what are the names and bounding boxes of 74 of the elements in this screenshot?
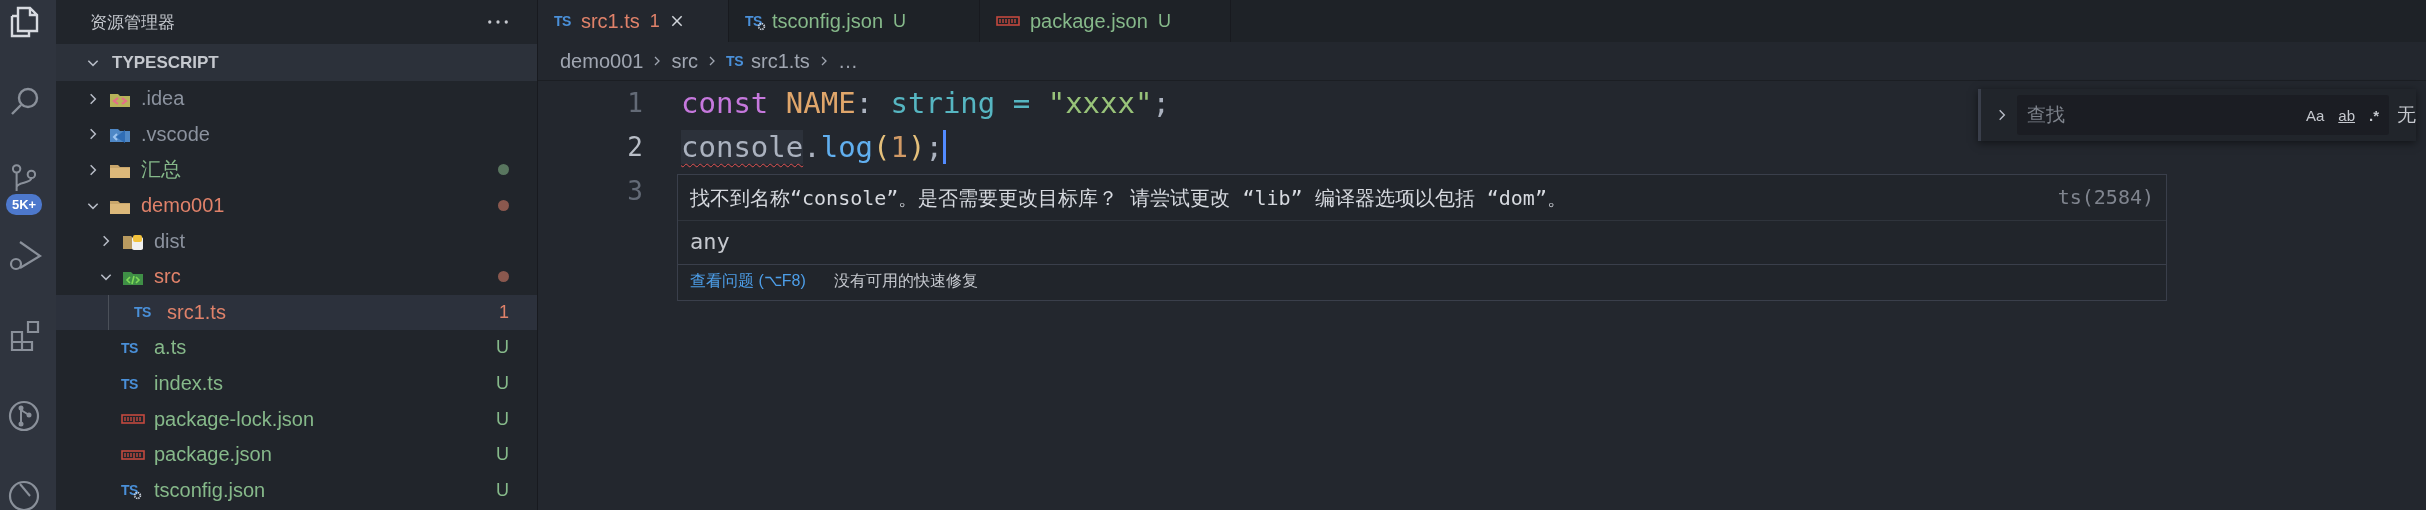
code-token: const xyxy=(681,86,770,120)
error-message: 找不到名称“console”。是否需要更改目标库？ 请尝试更改 “lib” 编译器选项以包括 “dom”。 xyxy=(690,185,1567,212)
file-name: src1.ts xyxy=(167,300,226,324)
code-token: 1 xyxy=(890,130,908,164)
section-header[interactable]: TYPESCRIPT xyxy=(56,44,537,81)
source-control-icon[interactable] xyxy=(12,164,36,194)
typescript-file-icon: TS xyxy=(121,339,138,356)
git-status: 1 xyxy=(499,301,509,323)
breadcrumb-item[interactable]: … xyxy=(837,49,858,73)
search-option-toggle[interactable]: ab xyxy=(2338,106,2355,124)
git-status: U xyxy=(496,479,509,501)
file-name: 汇总 xyxy=(141,157,181,183)
file-name: demo001 xyxy=(141,194,225,218)
code-token: NAME xyxy=(785,86,856,120)
file-name: src xyxy=(154,265,181,289)
code-token: ; xyxy=(1152,86,1170,120)
find-input[interactable]: 查找 Aa ab .* xyxy=(2017,95,2389,135)
text-cursor xyxy=(942,130,946,164)
tree-item[interactable]: src xyxy=(56,258,537,295)
breadcrumb-item[interactable]: src xyxy=(671,49,699,73)
line-number: 3 xyxy=(626,176,643,206)
code-token: string xyxy=(890,86,996,120)
file-name: package-lock.json xyxy=(154,407,315,431)
file-name: .idea xyxy=(141,87,185,111)
git-status: U xyxy=(496,444,509,466)
breadcrumb-item[interactable]: demo001 xyxy=(560,49,644,73)
code-token: ) xyxy=(908,130,926,164)
search-option-toggle[interactable]: Aa xyxy=(2305,106,2325,124)
tree-item[interactable]: package.json U xyxy=(56,436,537,473)
tree-item[interactable]: TS src1.ts 1 xyxy=(56,294,537,331)
code-token: = xyxy=(1011,86,1032,120)
tree-item[interactable]: TS a.ts U xyxy=(56,330,537,366)
typescript-file-icon: TS xyxy=(554,13,571,29)
line-number: 1 xyxy=(626,88,643,118)
type-info: any xyxy=(678,220,2166,264)
code-token: . xyxy=(803,130,821,164)
tree-item[interactable]: dist xyxy=(56,223,537,259)
breadcrumb-item[interactable]: src1.ts xyxy=(750,49,810,73)
git-status: U xyxy=(496,408,509,430)
tree-item[interactable]: demo001 xyxy=(56,187,537,224)
tree-item[interactable]: .idea xyxy=(56,81,537,117)
view-problem-link[interactable]: 查看问题 (⌥F8) xyxy=(690,271,806,292)
typescript-file-icon: TS xyxy=(726,53,743,69)
git-status: U xyxy=(496,373,509,395)
typescript-file-icon: TS xyxy=(121,375,138,392)
tree-item[interactable]: TS index.ts U xyxy=(56,365,537,402)
typescript-file-icon: TS xyxy=(134,304,151,321)
file-name: tsconfig.json xyxy=(154,478,266,502)
more-actions-icon[interactable] xyxy=(487,19,509,25)
file-name: a.ts xyxy=(154,336,187,360)
search-option-toggle[interactable]: .* xyxy=(2369,106,2379,124)
tree-item[interactable]: TS tsconfig.json U xyxy=(56,472,537,509)
explorer-title: 资源管理器 xyxy=(90,11,175,34)
count-badge: 5K+ xyxy=(6,194,43,215)
tree-item[interactable]: package-lock.json U xyxy=(56,401,537,437)
git-status: U xyxy=(496,337,509,359)
result-count: 无 xyxy=(2397,103,2416,127)
editor-tab[interactable]: TS src1.ts 1 xyxy=(538,0,729,42)
file-name: index.ts xyxy=(154,372,223,396)
code-token: log xyxy=(820,130,874,164)
code-token: ( xyxy=(873,130,891,164)
line-number: 2 xyxy=(626,132,643,162)
tree-item[interactable]: .vscode xyxy=(56,116,537,153)
code-token: console xyxy=(681,130,804,164)
code-token: "xxxx" xyxy=(1047,86,1153,120)
code-token: : xyxy=(855,86,875,120)
file-name: .vscode xyxy=(141,122,210,146)
quick-fix-status: 没有可用的快速修复 xyxy=(833,271,978,291)
tree-item[interactable]: 汇总 xyxy=(56,152,537,188)
file-name: dist xyxy=(154,229,186,253)
code-token: ; xyxy=(925,130,943,164)
close-icon[interactable] xyxy=(669,14,684,28)
file-name: package.json xyxy=(154,443,272,467)
error-code: ts(2584) xyxy=(2057,185,2154,211)
